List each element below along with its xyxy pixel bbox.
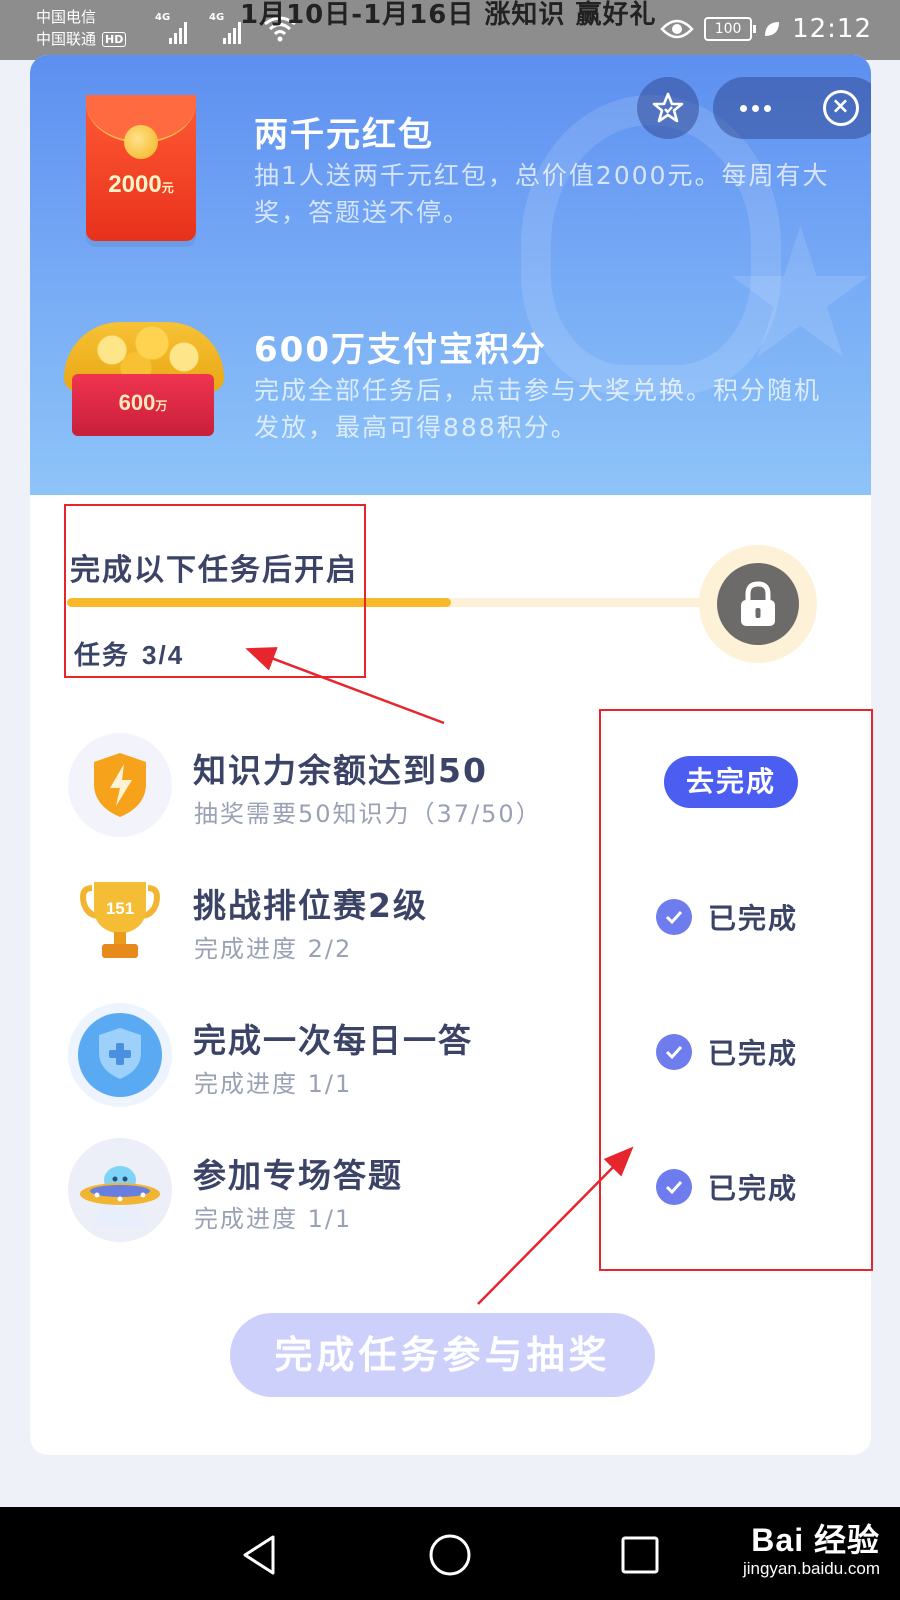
lock-badge <box>699 545 817 663</box>
back-button[interactable] <box>235 1531 283 1579</box>
recents-square-icon <box>621 1536 659 1574</box>
task-subtitle: 完成进度 1/1 <box>194 1205 353 1233</box>
star-watermark-icon: ★ <box>719 190 871 399</box>
home-button[interactable] <box>426 1531 474 1579</box>
prize-header: ★ × 2000元 两千元红包 抽1人送两千元红包，总价值2000元。每周有大奖… <box>30 55 871 495</box>
ufo-icon <box>68 1138 172 1242</box>
battery-icon: 100 <box>704 17 757 41</box>
signal-icon: 4G <box>155 12 195 44</box>
annotation-box-progress <box>64 504 366 678</box>
star-icon <box>652 92 684 123</box>
prize-description: 完成全部任务后，点击参与大奖兑换。积分随机发放，最高可得888积分。 <box>254 376 822 442</box>
close-button[interactable]: × <box>798 77 871 139</box>
back-triangle-icon <box>243 1535 275 1575</box>
campaign-banner-text: 1月10日-1月16日 涨知识 赢好礼 <box>240 0 657 30</box>
clock: 12:12 <box>792 14 872 44</box>
plus-shield-icon <box>68 1003 172 1107</box>
task-subtitle: 完成进度 2/2 <box>194 935 353 963</box>
baidu-jingyan-watermark: Bai 经验 jingyan.baidu.com <box>743 1515 880 1579</box>
carrier-2: 中国联通 <box>36 30 97 48</box>
recents-button[interactable] <box>616 1531 664 1579</box>
close-icon: × <box>822 90 859 126</box>
home-circle-icon <box>429 1534 471 1576</box>
task-subtitle: 抽奖需要50知识力（37/50） <box>194 800 542 828</box>
capsule-menu: × <box>713 77 871 139</box>
task-title: 知识力余额达到50 <box>193 751 488 790</box>
favorite-button[interactable] <box>637 77 699 139</box>
task-title: 完成一次每日一答 <box>193 1021 473 1060</box>
more-icon <box>740 104 771 112</box>
prize-description: 抽1人送两千元红包，总价值2000元。每周有大奖，答题送不停。 <box>254 161 830 227</box>
carrier-info: 中国电信 中国联通 HD <box>36 6 127 50</box>
red-envelope-icon: 2000元 <box>86 95 196 241</box>
lock-icon <box>741 581 775 626</box>
eye-icon <box>660 19 694 39</box>
task-title: 挑战排位赛2级 <box>193 886 428 925</box>
svg-text:151: 151 <box>106 899 134 918</box>
system-nav-bar: Bai 经验 jingyan.baidu.com <box>0 1507 900 1600</box>
annotation-box-status <box>599 709 873 1271</box>
prize-title: 600万支付宝积分 <box>254 330 547 370</box>
join-lottery-button[interactable]: 完成任务参与抽奖 <box>230 1313 655 1397</box>
watermark-url: jingyan.baidu.com <box>742 1559 880 1578</box>
leaf-icon <box>765 22 780 36</box>
gold-coins-icon: 600万 <box>54 322 234 457</box>
watermark-logo: Bai 经验 <box>751 1522 880 1558</box>
mini-program-capsule: × <box>637 77 871 139</box>
prize-title: 两千元红包 <box>254 115 434 155</box>
hd-badge: HD <box>102 31 127 47</box>
trophy-icon: 151 <box>68 868 172 972</box>
carrier-1: 中国电信 <box>36 8 97 26</box>
task-title: 参加专场答题 <box>193 1156 403 1195</box>
task-subtitle: 完成进度 1/1 <box>194 1070 353 1098</box>
more-button[interactable] <box>713 77 798 139</box>
status-bar: 中国电信 中国联通 HD 4G 4G 1月10日-1月16日 涨知识 赢好礼 1… <box>0 0 900 60</box>
lightning-shield-icon <box>68 733 172 837</box>
